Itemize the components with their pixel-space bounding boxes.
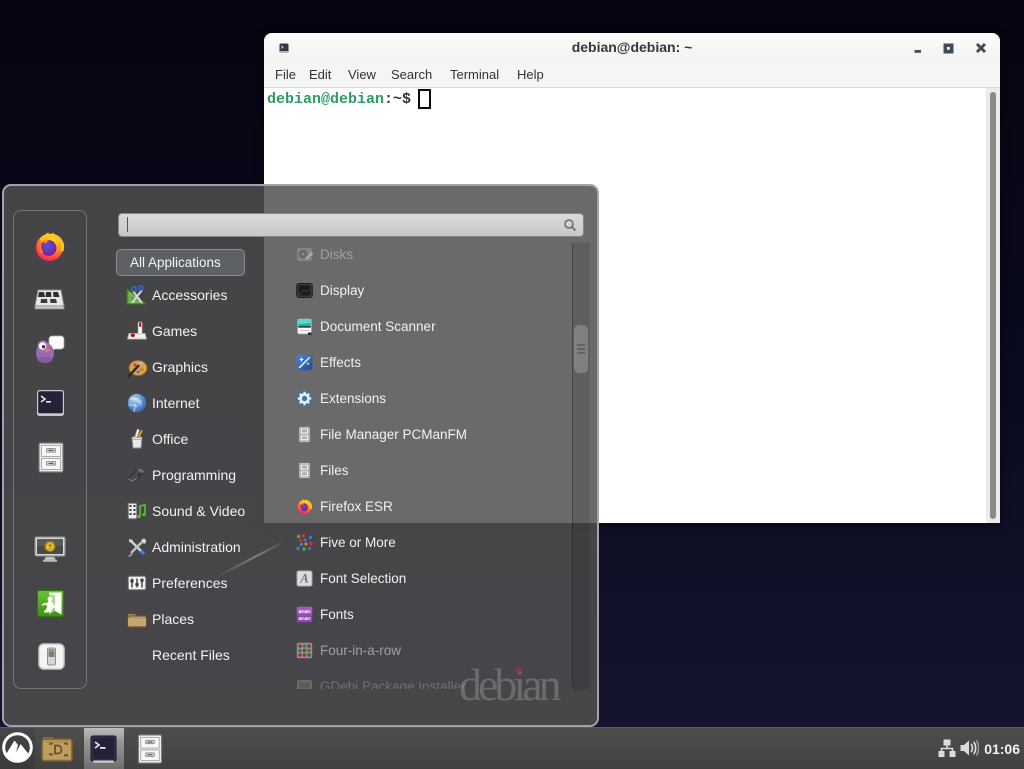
svg-text:A: A bbox=[299, 572, 308, 586]
svg-text:o: o bbox=[308, 608, 311, 615]
svg-text:?: ? bbox=[48, 545, 52, 551]
svg-text:o: o bbox=[302, 615, 305, 622]
svg-text:o: o bbox=[308, 615, 311, 622]
svg-text:o: o bbox=[302, 608, 305, 615]
